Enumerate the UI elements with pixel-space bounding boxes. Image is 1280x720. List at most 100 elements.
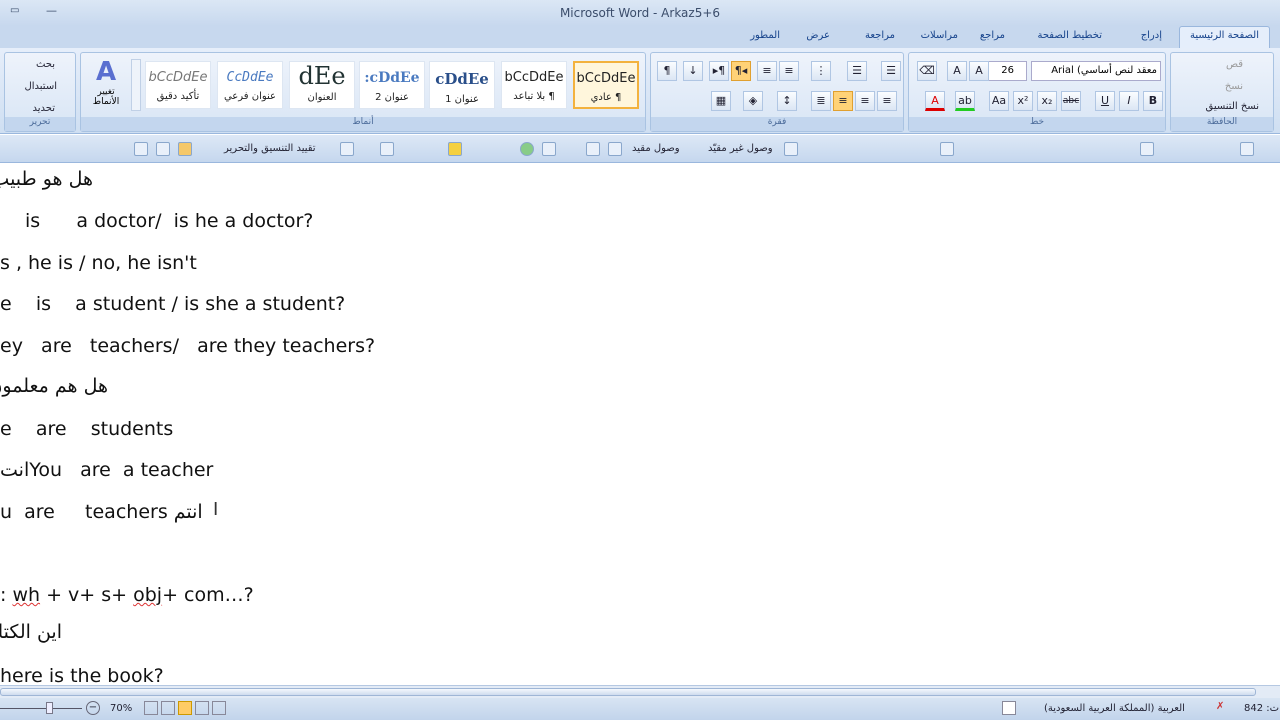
tab-page-layout[interactable]: تخطيط الصفحة bbox=[1037, 30, 1102, 41]
outline-icon[interactable] bbox=[195, 701, 209, 715]
cut-button[interactable]: قص bbox=[1226, 59, 1243, 70]
draft-icon[interactable] bbox=[212, 701, 226, 715]
circle-icon[interactable] bbox=[520, 142, 534, 156]
italic-icon[interactable]: I bbox=[1119, 91, 1139, 111]
find-button[interactable]: بحث bbox=[36, 59, 55, 70]
doc-line: e is a student / is she a student? bbox=[0, 293, 346, 315]
multilevel-list-icon[interactable]: ⋮ bbox=[811, 61, 831, 81]
checkbox-icon[interactable] bbox=[340, 142, 354, 156]
restrict-formatting-button[interactable]: تقييد التنسيق والتحرير bbox=[224, 143, 316, 154]
center-icon[interactable]: ≡ bbox=[855, 91, 875, 111]
restricted-access-button[interactable]: وصول مقيد bbox=[632, 143, 680, 154]
change-styles-button[interactable]: A تغيير الأنماط bbox=[85, 57, 127, 107]
style-subtle-emphasis[interactable]: bCcDdEe تأكيد دقيق bbox=[145, 61, 211, 109]
borders-icon[interactable]: ▦ bbox=[711, 91, 731, 111]
replace-button[interactable]: استبدال bbox=[25, 81, 58, 92]
justify-icon[interactable]: ≣ bbox=[811, 91, 831, 111]
unrestricted-access-button[interactable]: وصول غير مقيّد bbox=[708, 143, 773, 154]
editing-label: تحرير bbox=[5, 117, 75, 131]
pencil-icon[interactable] bbox=[608, 142, 622, 156]
numbering-icon[interactable]: ☰ bbox=[847, 61, 867, 81]
shrink-font-icon[interactable]: A bbox=[969, 61, 989, 81]
editing-group: بحث استبدال تحديد تحرير bbox=[4, 52, 76, 132]
refresh-icon[interactable] bbox=[1240, 142, 1254, 156]
select-button[interactable]: تحديد bbox=[32, 103, 55, 114]
subscript-icon[interactable]: x₂ bbox=[1037, 91, 1057, 111]
tab-review[interactable]: مراجعة bbox=[865, 30, 895, 41]
bold-icon[interactable]: B bbox=[1143, 91, 1163, 111]
line-spacing-icon[interactable]: ↕ bbox=[777, 91, 797, 111]
style-subtitle[interactable]: CcDdEe عنوان فرعي bbox=[217, 61, 283, 109]
highlight-icon[interactable]: ab bbox=[955, 91, 975, 111]
language-indicator[interactable]: العربية (المملكة العربية السعودية) bbox=[1044, 703, 1185, 714]
zoom-slider[interactable] bbox=[0, 708, 82, 709]
style-heading-1[interactable]: cDdEe عنوان 1 bbox=[429, 61, 495, 109]
align-left-icon[interactable]: ≡ bbox=[833, 91, 853, 111]
ltr-icon[interactable]: ▸¶ bbox=[709, 61, 729, 81]
macro-icon[interactable] bbox=[1002, 701, 1016, 715]
horizontal-scrollbar[interactable] bbox=[0, 685, 1280, 698]
format-painter-button[interactable]: نسخ التنسيق bbox=[1206, 101, 1259, 112]
picture-icon[interactable] bbox=[156, 142, 170, 156]
style-no-spacing[interactable]: bCcDdEe ¶ بلا تباعد bbox=[501, 61, 567, 109]
word-count[interactable]: 842 :ت bbox=[1244, 703, 1279, 714]
document-area[interactable]: هل هو طبيب is a doctor/ is he a doctor? … bbox=[0, 163, 1280, 685]
formula-part: + com…? bbox=[162, 584, 254, 606]
style-title[interactable]: dEe العنوان bbox=[289, 61, 355, 109]
table-icon[interactable] bbox=[1140, 142, 1154, 156]
document-icon[interactable] bbox=[542, 142, 556, 156]
zoom-out-button[interactable]: − bbox=[86, 701, 100, 715]
toolbar-icon[interactable] bbox=[134, 142, 148, 156]
align-right-icon[interactable]: ≡ bbox=[877, 91, 897, 111]
shading-icon[interactable]: ◈ bbox=[743, 91, 763, 111]
underline-icon[interactable]: U bbox=[1095, 91, 1115, 111]
title-bar: ▭ — Microsoft Word - Arkaz5+6 bbox=[0, 0, 1280, 26]
zoom-level[interactable]: 70% bbox=[110, 703, 132, 714]
doc-line: هل هم معلمون bbox=[0, 375, 108, 397]
doc-line: u are teachers انتم bbox=[0, 501, 203, 523]
grow-font-icon[interactable]: A bbox=[947, 61, 967, 81]
formula-part: + v+ s+ bbox=[40, 584, 134, 606]
text-style-icon[interactable] bbox=[586, 142, 600, 156]
increase-indent-icon[interactable]: ≡ bbox=[779, 61, 799, 81]
font-size-select[interactable]: 26 bbox=[983, 61, 1027, 81]
rtl-icon[interactable]: ¶◂ bbox=[731, 61, 751, 81]
print-layout-icon[interactable] bbox=[144, 701, 158, 715]
style-normal[interactable]: bCcDdEe ¶ عادي bbox=[573, 61, 639, 109]
web-layout-icon[interactable] bbox=[178, 701, 192, 715]
tab-insert[interactable]: إدراج bbox=[1141, 30, 1162, 41]
proofing-icon[interactable]: ✗ bbox=[1216, 701, 1224, 712]
change-case-icon[interactable]: Aa bbox=[989, 91, 1009, 111]
arabic-word: انت bbox=[0, 459, 30, 481]
font-label: خط bbox=[909, 117, 1165, 131]
tab-mailings[interactable]: مراسلات bbox=[921, 30, 958, 41]
font-color-icon[interactable]: A bbox=[925, 91, 945, 111]
warning-icon[interactable] bbox=[448, 142, 462, 156]
clear-format-icon[interactable]: ⌫ bbox=[917, 61, 937, 81]
sort-icon[interactable]: ↓ bbox=[683, 61, 703, 81]
bullets-icon[interactable]: ☰ bbox=[881, 61, 901, 81]
text-cursor-icon: I bbox=[213, 499, 219, 520]
tab-references[interactable]: مراجع bbox=[980, 30, 1005, 41]
show-marks-icon[interactable]: ¶ bbox=[657, 61, 677, 81]
style-heading-2[interactable]: :cDdEe عنوان 2 bbox=[359, 61, 425, 109]
tab-developer[interactable]: المطور bbox=[750, 30, 780, 41]
tools-icon[interactable] bbox=[178, 142, 192, 156]
frame-icon[interactable] bbox=[380, 142, 394, 156]
styles-scroll[interactable] bbox=[131, 59, 141, 111]
view-buttons[interactable] bbox=[144, 701, 226, 718]
scrollbar-thumb[interactable] bbox=[0, 688, 1256, 696]
strikethrough-icon[interactable]: abc bbox=[1061, 91, 1081, 111]
tab-home[interactable]: الصفحة الرئيسية bbox=[1179, 26, 1270, 48]
styles-label: أنماط bbox=[81, 117, 645, 131]
check-icon[interactable] bbox=[784, 142, 798, 156]
copy-button[interactable]: نسخ bbox=[1225, 81, 1243, 92]
formula-obj: obj bbox=[133, 584, 163, 606]
word-icon[interactable] bbox=[940, 142, 954, 156]
full-screen-icon[interactable] bbox=[161, 701, 175, 715]
superscript-icon[interactable]: x² bbox=[1013, 91, 1033, 111]
tab-view[interactable]: عرض bbox=[806, 30, 830, 41]
zoom-slider-handle[interactable] bbox=[46, 702, 53, 714]
font-name-select[interactable]: معقد لنص أساسي) Arial bbox=[1031, 61, 1161, 81]
decrease-indent-icon[interactable]: ≡ bbox=[757, 61, 777, 81]
